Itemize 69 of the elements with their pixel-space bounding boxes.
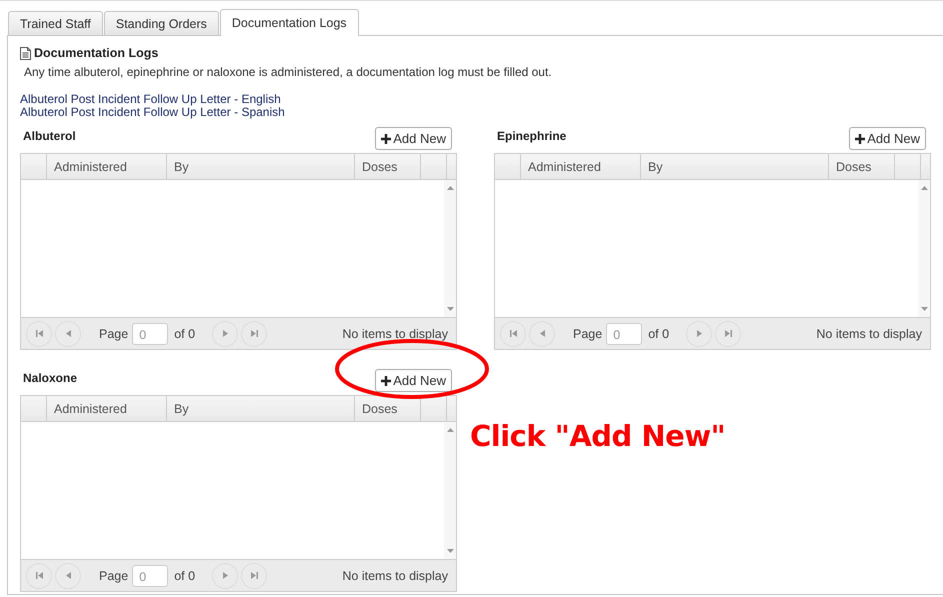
- scroll-up-icon[interactable]: [446, 186, 454, 190]
- column-header[interactable]: Administered: [520, 154, 640, 179]
- column-header[interactable]: Doses: [354, 396, 420, 421]
- first-page-icon: [36, 572, 42, 579]
- last-page-button[interactable]: [715, 320, 742, 346]
- next-page-icon: [222, 572, 228, 579]
- first-page-button[interactable]: [26, 320, 52, 346]
- column-header[interactable]: Administered: [46, 154, 166, 179]
- last-page-button[interactable]: [241, 320, 268, 346]
- plus-icon: [381, 376, 392, 386]
- next-page-icon: [222, 330, 228, 337]
- last-page-icon: [724, 330, 732, 337]
- column-header[interactable]: Doses: [828, 154, 894, 179]
- scrollbar[interactable]: [444, 180, 456, 317]
- page-label: Page: [573, 326, 602, 340]
- scrollbar[interactable]: [444, 422, 456, 559]
- last-page-icon: [250, 330, 258, 337]
- section-title: Albuterol: [23, 129, 76, 143]
- scroll-down-icon[interactable]: [446, 549, 454, 553]
- next-page-button[interactable]: [212, 320, 238, 346]
- scroll-down-icon[interactable]: [920, 307, 928, 311]
- page-count: of 0: [174, 568, 196, 582]
- next-page-button[interactable]: [212, 562, 238, 588]
- add-new-button[interactable]: Add New: [849, 127, 926, 150]
- add-new-button[interactable]: Add New: [375, 369, 452, 392]
- plus-icon: [381, 134, 392, 144]
- section-title: Naloxone: [23, 371, 78, 385]
- pager-status: No items to display: [816, 326, 922, 340]
- previous-page-button[interactable]: [55, 562, 81, 588]
- section-heading: Documentation Logs: [34, 46, 158, 60]
- document-icon: [20, 46, 31, 60]
- letter-link[interactable]: Albuterol Post Incident Follow Up Letter - English: [20, 93, 281, 106]
- first-page-button[interactable]: [26, 562, 52, 588]
- scroll-up-icon[interactable]: [446, 428, 454, 432]
- first-page-icon: [510, 330, 516, 337]
- letter-link[interactable]: Albuterol Post Incident Follow Up Letter - Spanish: [20, 106, 285, 119]
- next-page-icon: [696, 330, 702, 337]
- annotation-text: Click "Add New": [470, 419, 726, 453]
- page-label: Page: [99, 568, 128, 582]
- column-header[interactable]: Administered: [46, 396, 166, 421]
- pager-status: No items to display: [342, 568, 448, 582]
- section-title: Epinephrine: [497, 129, 566, 143]
- column-header[interactable]: Doses: [354, 154, 420, 179]
- description-text: Any time albuterol, epinephrine or naloxone is administered, a documentation log must be filled out.: [24, 65, 553, 79]
- previous-page-icon: [540, 330, 544, 337]
- previous-page-button[interactable]: [55, 320, 81, 346]
- page-count: of 0: [174, 326, 196, 340]
- scrollbar[interactable]: [918, 180, 930, 317]
- add-new-button[interactable]: Add New: [375, 127, 452, 150]
- tab[interactable]: Documentation Logs: [220, 9, 359, 36]
- first-page-button[interactable]: [500, 320, 526, 346]
- previous-page-icon: [66, 330, 70, 337]
- last-page-icon: [250, 572, 258, 579]
- column-header[interactable]: By: [640, 154, 828, 179]
- pager-status: No items to display: [342, 326, 448, 340]
- page-label: Page: [99, 326, 128, 340]
- column-header[interactable]: By: [166, 154, 354, 179]
- previous-page-button[interactable]: [529, 320, 555, 346]
- next-page-button[interactable]: [686, 320, 712, 346]
- last-page-button[interactable]: [241, 562, 268, 588]
- previous-page-icon: [66, 572, 70, 579]
- first-page-icon: [36, 330, 42, 337]
- scroll-up-icon[interactable]: [920, 186, 928, 190]
- column-header[interactable]: By: [166, 396, 354, 421]
- tab[interactable]: Trained Staff: [8, 11, 103, 35]
- plus-icon: [855, 134, 866, 144]
- scroll-down-icon[interactable]: [446, 307, 454, 311]
- page-count: of 0: [648, 326, 670, 340]
- tab[interactable]: Standing Orders: [104, 11, 219, 35]
